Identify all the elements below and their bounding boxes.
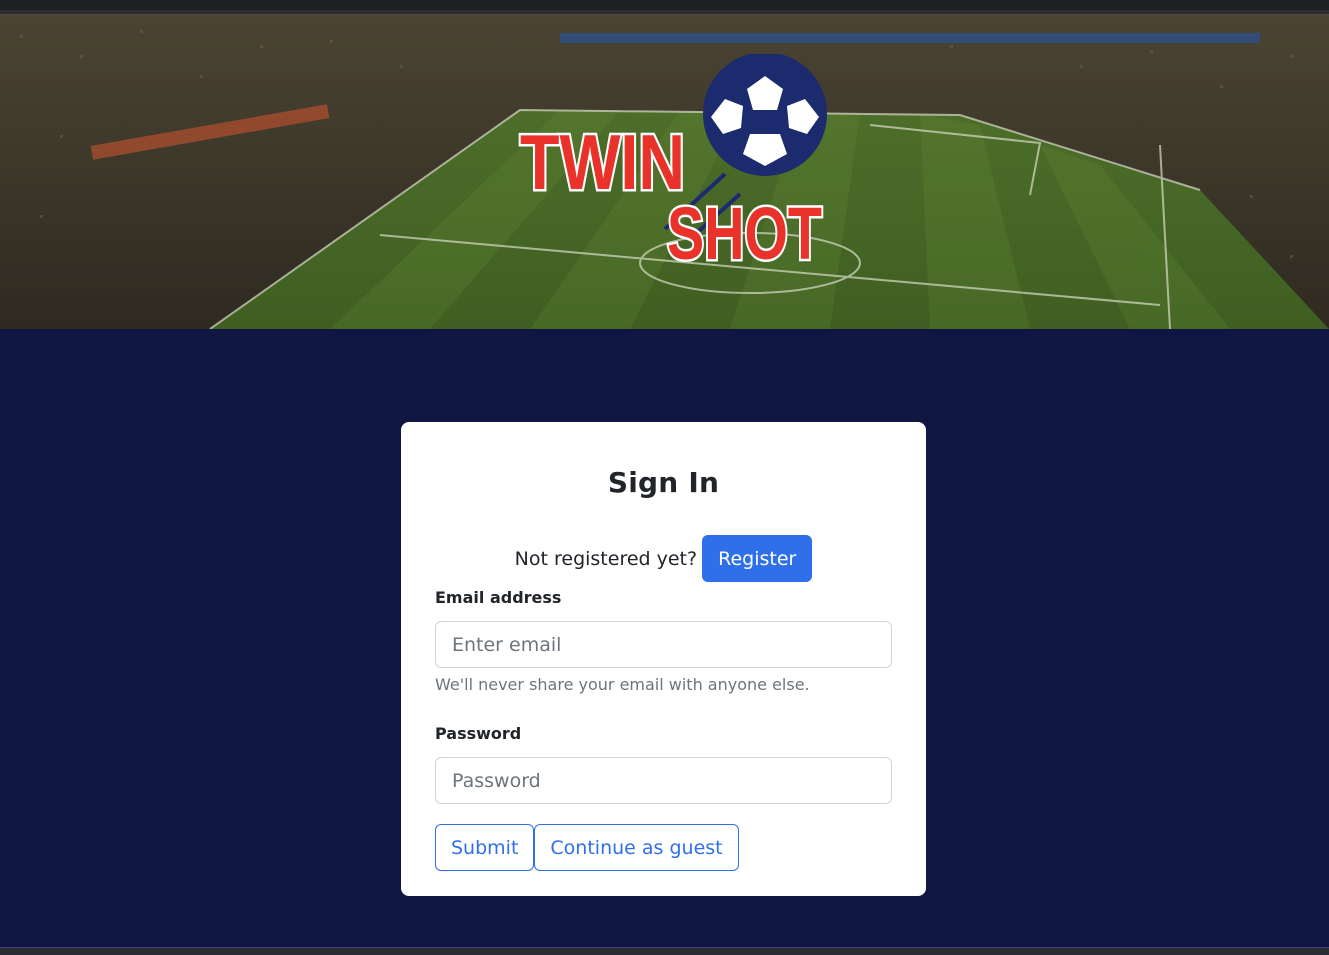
logo-word-twin: TWIN (520, 118, 685, 206)
logo-word-shot: SHOT (667, 192, 822, 274)
twinshot-logo: TWIN SHOT (515, 52, 835, 278)
continue-as-guest-button[interactable]: Continue as guest (534, 824, 739, 871)
register-button[interactable]: Register (702, 535, 813, 582)
sign-in-title: Sign In (607, 466, 720, 499)
browser-top-bar-strip (0, 0, 1329, 10)
register-prompt: Not registered yet? (514, 547, 698, 570)
form-actions: Submit Continue as guest (435, 824, 739, 871)
browser-bottom-bar (0, 947, 1329, 955)
soccer-ball-icon (703, 52, 827, 176)
browser-top-bar (0, 0, 1329, 15)
password-field[interactable] (435, 757, 892, 804)
email-field[interactable] (435, 621, 892, 668)
password-label: Password (435, 724, 522, 743)
register-row: Not registered yet? Register (401, 535, 926, 582)
email-label: Email address (435, 588, 562, 607)
submit-button[interactable]: Submit (435, 824, 535, 871)
email-help-text: We'll never share your email with anyone… (435, 675, 810, 694)
twinshot-logo-graphic: TWIN SHOT (518, 52, 827, 278)
sign-in-card: Sign In Not registered yet? Register Ema… (401, 422, 926, 896)
